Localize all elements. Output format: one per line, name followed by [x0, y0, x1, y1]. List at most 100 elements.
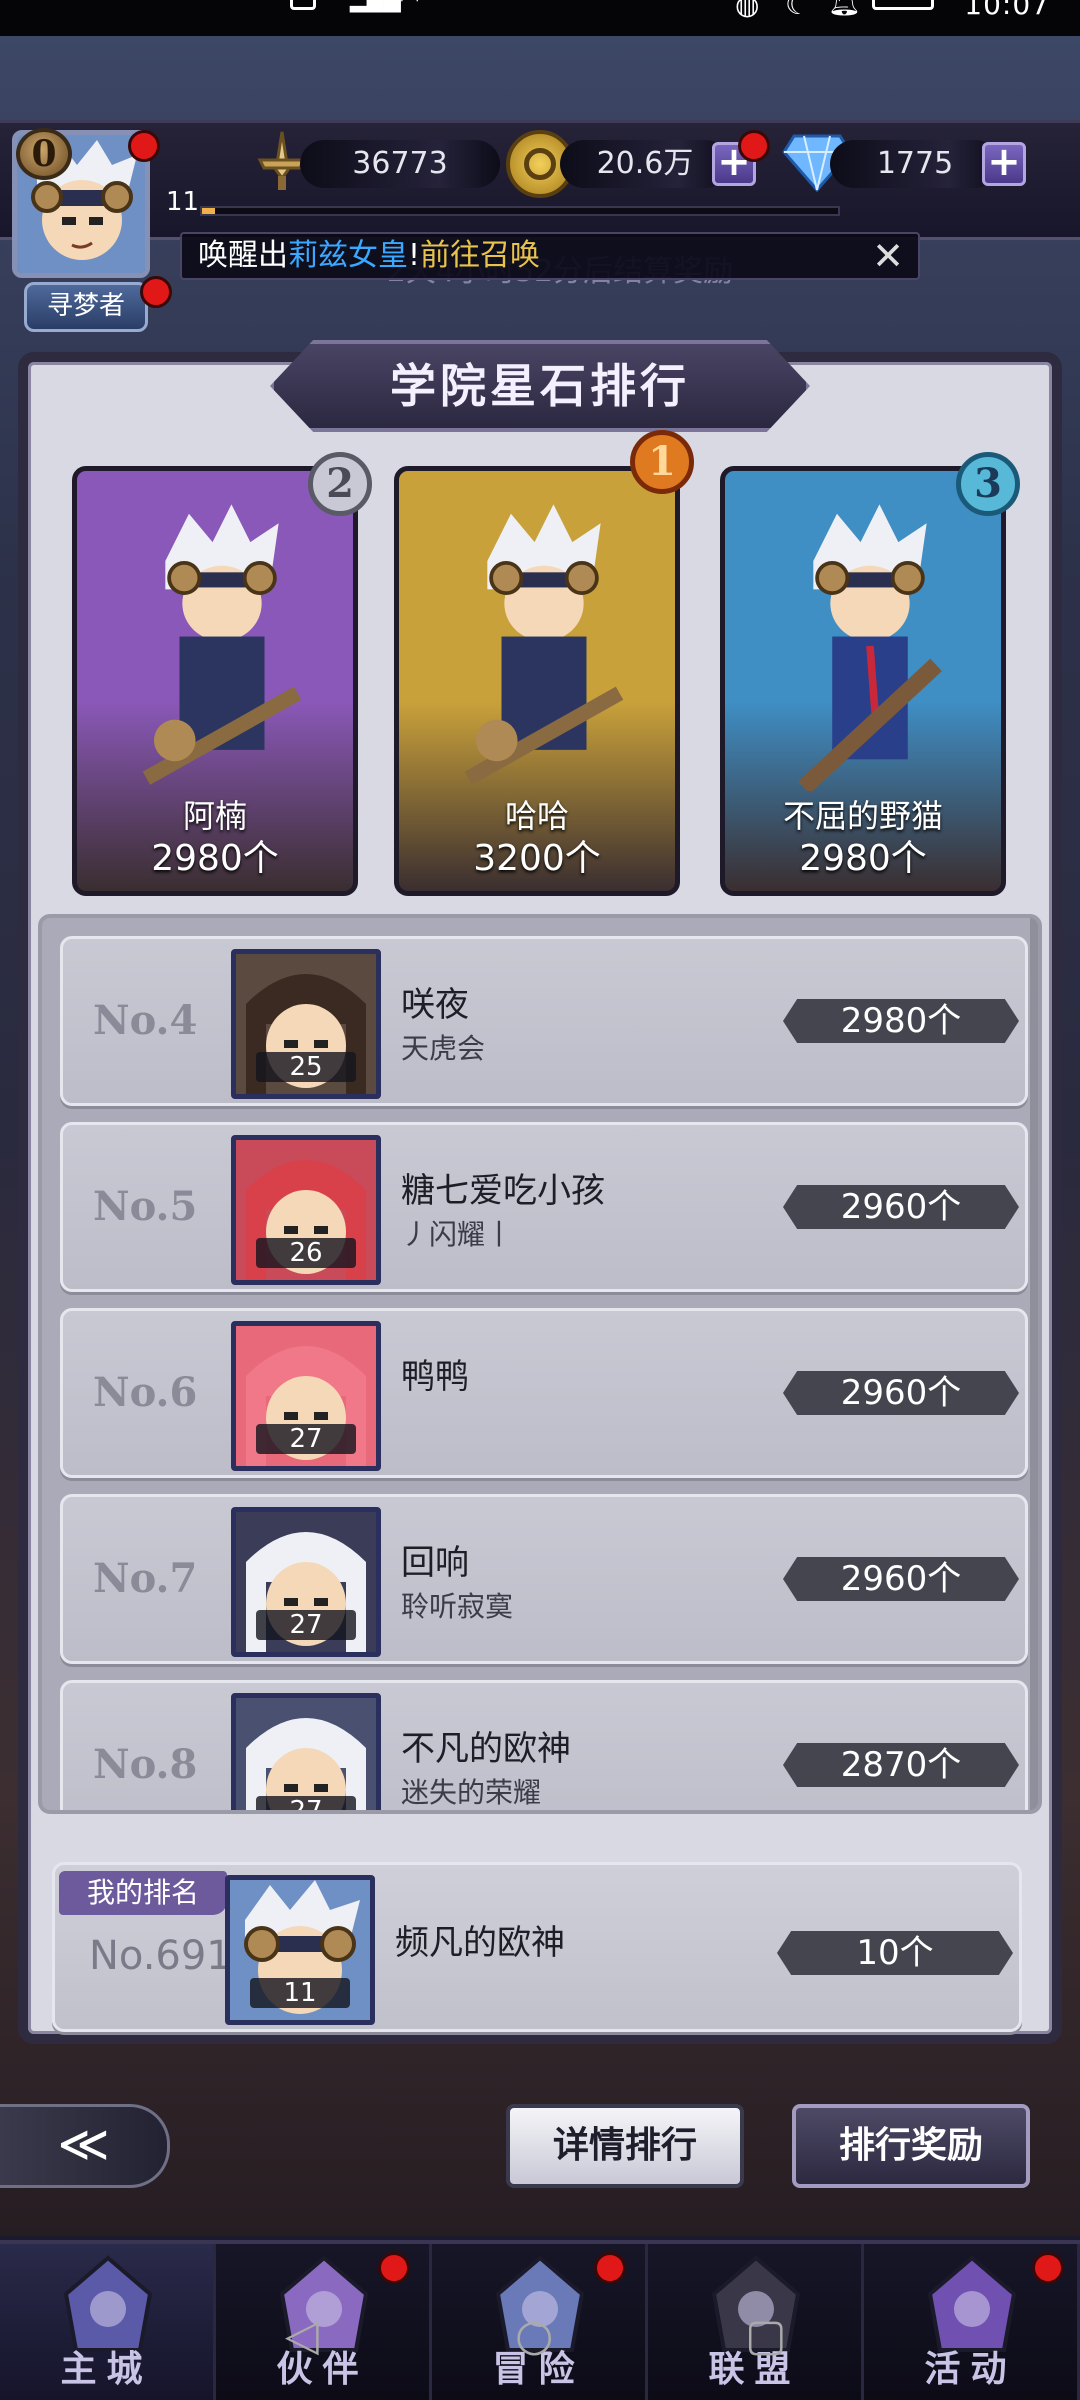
ranking-reward-button[interactable]: 排行奖励	[792, 2104, 1030, 2188]
diamond-value: 1775	[830, 140, 1000, 188]
activity-cards-icon	[927, 2255, 1017, 2352]
player-name: 回响	[401, 1543, 469, 1583]
rank-medal-icon: 1	[630, 430, 694, 494]
announcement-highlight: 莉兹女皇	[288, 238, 408, 273]
rank-medal-icon: 3	[956, 452, 1020, 516]
player-level-badge: 0	[16, 128, 72, 180]
nav-notification-dot	[1032, 2252, 1064, 2284]
wifi-icon: ◠	[400, 0, 420, 13]
xp-progress-bar	[200, 206, 840, 216]
battery-icon	[872, 0, 934, 10]
diamond-plus-icon[interactable]: +	[982, 142, 1026, 186]
status-bar: ▂▄▆ ◠ ◍ ☾ 🔔︎ 10:07	[0, 0, 1080, 36]
signal-icon: ▂▄▆	[350, 0, 401, 13]
partner-hat-icon	[279, 2255, 369, 2352]
system-home-icon[interactable]: ○	[515, 2310, 553, 2361]
my-rank-tag: 我的排名	[59, 1871, 227, 1915]
podium-count: 2980个	[151, 838, 279, 879]
player-title-badge[interactable]: 寻梦者	[24, 282, 148, 332]
character-figure-icon	[798, 504, 942, 791]
page-title: 学院星石排行	[390, 359, 690, 413]
back-button[interactable]: ≪	[0, 2104, 170, 2188]
star-stone-count: 2960个	[783, 1557, 1019, 1601]
player-name: 鸭鸭	[401, 1357, 469, 1397]
avatar-level: 25	[256, 1052, 356, 1082]
rank-number: No.5	[93, 1183, 198, 1230]
rank-medal-icon: 2	[308, 452, 372, 516]
title-notification-dot	[140, 276, 172, 308]
character-figure-icon	[142, 504, 302, 785]
star-stone-count: 2960个	[783, 1371, 1019, 1415]
back-arrow-icon: ≪	[57, 2115, 110, 2173]
close-icon[interactable]: ✕	[872, 234, 904, 278]
bell-icon: 🔔︎	[828, 0, 862, 18]
player-guild: 聆听寂寞	[401, 1590, 514, 1623]
gold-value: 20.6万	[560, 140, 730, 188]
my-avatar-level: 11	[250, 1978, 350, 2008]
announcement-marquee[interactable]: 唤醒出莉兹女皇!前往召唤 ✕	[180, 232, 920, 280]
power-value: 36773	[300, 140, 500, 188]
announcement-suffix: !	[408, 238, 421, 273]
nav-notification-dot	[378, 2252, 410, 2284]
player-name: 不凡的欧神	[401, 1729, 571, 1769]
podium-count: 2980个	[799, 838, 927, 879]
castle-icon	[63, 2255, 153, 2352]
player-guild: 天虎会	[401, 1032, 486, 1065]
nav-label: 伙伴	[276, 2349, 369, 2390]
rank-number: No.4	[93, 997, 198, 1044]
rank-number: No.7	[93, 1555, 198, 1602]
player-avatar-thumb[interactable]: 25	[231, 949, 381, 1099]
avatar-level: 27	[256, 1796, 356, 1810]
my-avatar[interactable]: 11	[225, 1875, 375, 2025]
player-avatar-thumb[interactable]: 27	[231, 1693, 381, 1810]
ranking-row[interactable]: No.7 27 回响聆听寂寞 2960个	[60, 1494, 1028, 1664]
ranking-row[interactable]: No.5 26 糖七爱吃小孩丿闪耀丨 2960个	[60, 1122, 1028, 1292]
player-level-number: 11	[166, 187, 200, 217]
moon-icon: ☾	[785, 0, 811, 21]
character-figure-icon	[464, 504, 624, 785]
xp-progress-fill	[202, 208, 215, 214]
podium-card-1[interactable]: 哈哈 3200个	[394, 466, 680, 896]
gold-notification-dot	[738, 130, 770, 162]
my-rank-number: No.691	[89, 1933, 232, 1979]
player-guild: 迷失的荣耀	[401, 1776, 542, 1809]
ranking-list[interactable]: No.4 25 咲夜 天虎会 2980个 No.5 26 糖七爱吃小孩 丿闪耀丨 2960个 No.…	[38, 914, 1042, 1814]
announcement-prefix: 唤醒出	[198, 238, 288, 273]
my-count: 10个	[777, 1931, 1013, 1975]
player-avatar-thumb[interactable]: 27	[231, 1507, 381, 1657]
rank-number: No.6	[93, 1369, 198, 1416]
podium-card-2[interactable]: 阿楠 2980个	[72, 466, 358, 896]
nav-tab-1[interactable]: 主城	[0, 2244, 216, 2400]
player-guild: 丿闪耀丨	[401, 1218, 514, 1251]
star-stone-count: 2960个	[783, 1185, 1019, 1229]
clock: 10:07	[964, 0, 1050, 21]
player-name: 咲夜	[401, 985, 469, 1025]
avatar-level: 27	[256, 1424, 356, 1454]
detail-ranking-button[interactable]: 详情排行	[506, 2104, 744, 2188]
nav-label: 活动	[924, 2349, 1017, 2390]
avatar-level: 26	[256, 1238, 356, 1268]
ranking-row[interactable]: No.4 25 咲夜天虎会 2980个	[60, 936, 1028, 1106]
nav-label: 主城	[60, 2349, 153, 2390]
my-rank-row: 我的排名 No.691 11 频凡的欧神 10个	[52, 1862, 1022, 2032]
system-recent-icon[interactable]: ▢	[745, 2310, 787, 2361]
avatar-notification-dot	[128, 130, 160, 162]
star-stone-count: 2980个	[783, 999, 1019, 1043]
podium-count: 3200个	[473, 838, 601, 879]
podium-card-3[interactable]: 不屈的野猫 2980个	[720, 466, 1006, 896]
nav-notification-dot	[594, 2252, 626, 2284]
notification-icon	[290, 0, 316, 10]
system-back-icon[interactable]: ◁	[285, 2310, 319, 2361]
rank-number: No.8	[93, 1741, 198, 1788]
announcement-action-link[interactable]: 前往召唤	[420, 238, 540, 273]
player-avatar-thumb[interactable]: 26	[231, 1135, 381, 1285]
list-scrollbar[interactable]	[1030, 918, 1038, 1810]
location-icon: ◍	[735, 0, 760, 21]
star-stone-count: 2870个	[783, 1743, 1019, 1787]
my-name: 频凡的欧神	[395, 1923, 565, 1963]
player-name: 糖七爱吃小孩	[401, 1171, 605, 1211]
ranking-row[interactable]: No.6 27 鸭鸭 2960个	[60, 1308, 1028, 1478]
ranking-row[interactable]: No.8 27 不凡的欧神迷失的荣耀 2870个	[60, 1680, 1028, 1810]
avatar-level: 27	[256, 1610, 356, 1640]
player-avatar-thumb[interactable]: 27	[231, 1321, 381, 1471]
